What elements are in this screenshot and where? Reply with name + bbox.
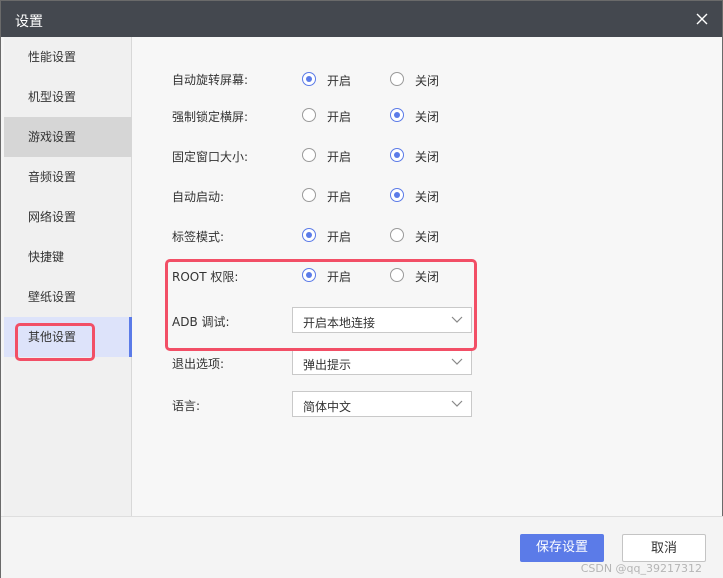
auto-rotate-off-label: 关闭 xyxy=(415,74,440,88)
tab-mode-off-label: 关闭 xyxy=(415,230,440,244)
force-landscape-off-label: 关闭 xyxy=(415,110,440,124)
row-label-auto-rotate: 自动旋转屏幕: xyxy=(172,73,249,87)
sidebar-item-model[interactable]: 机型设置 xyxy=(4,77,132,117)
auto-rotate-on-label: 开启 xyxy=(327,74,352,88)
csdn-watermark: CSDN @qq_39217312 xyxy=(580,562,702,575)
settings-sidebar: 性能设置 机型设置 游戏设置 音频设置 网络设置 快捷键 壁纸设置 其他设置 xyxy=(4,37,132,516)
row-label-fixed-window: 固定窗口大小: xyxy=(172,150,249,164)
auto-rotate-on-radio[interactable] xyxy=(302,72,316,86)
language-select[interactable]: 简体中文 xyxy=(292,391,472,417)
row-label-language: 语言: xyxy=(172,399,201,413)
fixed-window-on-label: 开启 xyxy=(327,150,352,164)
sidebar-item-shortcuts[interactable]: 快捷键 xyxy=(4,237,132,277)
sidebar-item-wallpaper[interactable]: 壁纸设置 xyxy=(4,277,132,317)
sidebar-highlight-box xyxy=(15,323,95,361)
row-label-tab-mode: 标签模式: xyxy=(172,230,225,244)
settings-panel: 自动旋转屏幕: 开启 关闭 强制锁定横屏: 开启 关闭 固定窗口大小: 开启 关… xyxy=(132,37,722,516)
dialog-footer: 保存设置 取消 CSDN @qq_39217312 xyxy=(1,516,723,578)
auto-start-on-radio[interactable] xyxy=(302,188,316,202)
exit-option-select[interactable]: 弹出提示 xyxy=(292,349,472,375)
fixed-window-off-label: 关闭 xyxy=(415,150,440,164)
language-value: 简体中文 xyxy=(303,400,352,414)
chevron-down-icon xyxy=(451,400,463,407)
row-label-force-landscape: 强制锁定横屏: xyxy=(172,110,249,124)
title-bar: 设置 xyxy=(1,1,722,37)
auto-start-on-label: 开启 xyxy=(327,190,352,204)
close-icon[interactable] xyxy=(692,9,712,29)
fixed-window-on-radio[interactable] xyxy=(302,148,316,162)
force-landscape-on-label: 开启 xyxy=(327,110,352,124)
tab-mode-off-radio[interactable] xyxy=(390,228,404,242)
force-landscape-on-radio[interactable] xyxy=(302,108,316,122)
sidebar-item-audio[interactable]: 音频设置 xyxy=(4,157,132,197)
root-adb-highlight-box xyxy=(165,259,477,351)
sidebar-item-game[interactable]: 游戏设置 xyxy=(4,117,132,157)
tab-mode-on-radio[interactable] xyxy=(302,228,316,242)
tab-mode-on-label: 开启 xyxy=(327,230,352,244)
force-landscape-off-radio[interactable] xyxy=(390,108,404,122)
cancel-button[interactable]: 取消 xyxy=(622,534,706,562)
sidebar-item-network[interactable]: 网络设置 xyxy=(4,197,132,237)
save-settings-button[interactable]: 保存设置 xyxy=(520,534,604,562)
row-label-auto-start: 自动启动: xyxy=(172,190,225,204)
auto-start-off-radio[interactable] xyxy=(390,188,404,202)
row-label-exit: 退出选项: xyxy=(172,357,225,371)
window-title: 设置 xyxy=(15,14,43,30)
settings-window: 设置 性能设置 机型设置 游戏设置 音频设置 网络设置 快捷键 壁纸设置 其他设… xyxy=(0,0,723,578)
exit-option-value: 弹出提示 xyxy=(303,358,352,372)
fixed-window-off-radio[interactable] xyxy=(390,148,404,162)
chevron-down-icon xyxy=(451,358,463,365)
auto-rotate-off-radio[interactable] xyxy=(390,72,404,86)
sidebar-item-performance[interactable]: 性能设置 xyxy=(4,37,132,77)
auto-start-off-label: 关闭 xyxy=(415,190,440,204)
